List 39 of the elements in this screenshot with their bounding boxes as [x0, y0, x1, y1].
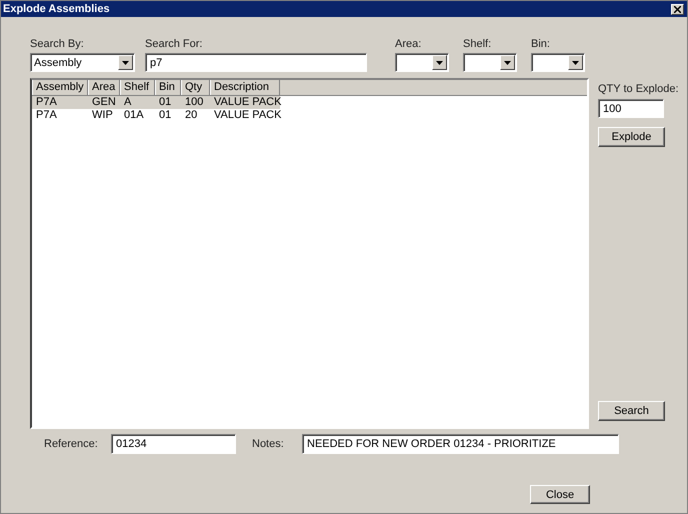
dropdown[interactable]: [531, 53, 585, 72]
table-cell[interactable]: WIP: [88, 109, 120, 122]
column-header[interactable]: Qty: [181, 80, 210, 95]
column-header[interactable]: Description: [210, 80, 280, 95]
reference-field[interactable]: 01234: [111, 434, 236, 454]
notes-label: Notes:: [252, 438, 285, 450]
notes-field[interactable]: NEEDED FOR NEW ORDER 01234 - PRIORITIZE: [302, 434, 619, 454]
window-title: Explode Assemblies: [3, 3, 110, 15]
dropdown[interactable]: Assembly: [30, 53, 135, 72]
column-header[interactable]: Area: [88, 80, 120, 95]
table-cell[interactable]: 01A: [120, 109, 155, 122]
table-cell[interactable]: GEN: [88, 96, 120, 109]
table-cell[interactable]: 01: [155, 109, 181, 122]
qty-field[interactable]: 100: [598, 99, 664, 118]
table-cell[interactable]: P7A: [32, 96, 88, 109]
table-cell[interactable]: 01: [155, 96, 181, 109]
column-header[interactable]: Bin: [155, 80, 181, 95]
field-label: Area:: [395, 38, 422, 50]
close-button[interactable]: Close: [530, 485, 590, 504]
table-cell[interactable]: A: [120, 96, 155, 109]
table-cell[interactable]: VALUE PACK: [210, 109, 280, 122]
reference-label: Reference:: [44, 438, 99, 450]
table-cell[interactable]: 20: [181, 109, 210, 122]
search-field[interactable]: p7: [145, 53, 367, 72]
dropdown[interactable]: [463, 53, 517, 72]
search-button[interactable]: Search: [598, 401, 665, 421]
table-cell[interactable]: VALUE PACK: [210, 96, 280, 109]
explode-button[interactable]: Explode: [598, 127, 665, 147]
field-label: Search By:: [30, 38, 85, 50]
field-label: Shelf:: [463, 38, 492, 50]
table-cell[interactable]: 100: [181, 96, 210, 109]
qty-label: QTY to Explode:: [598, 83, 678, 95]
field-label: Bin:: [531, 38, 551, 50]
table-cell[interactable]: P7A: [32, 109, 88, 122]
close-icon[interactable]: [671, 4, 684, 14]
dropdown[interactable]: [395, 53, 449, 72]
column-header[interactable]: Assembly: [32, 80, 88, 95]
field-label: Search For:: [145, 38, 204, 50]
column-header[interactable]: Shelf: [120, 80, 155, 95]
